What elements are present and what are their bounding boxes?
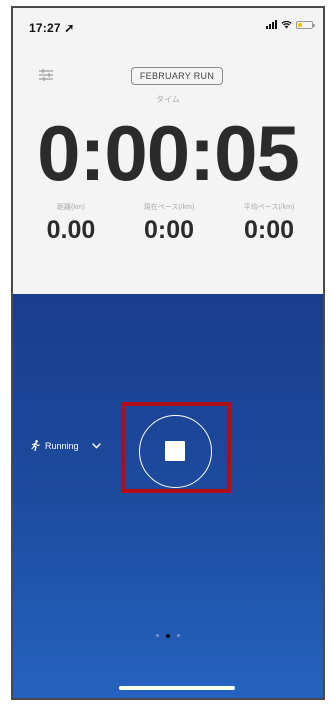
metric-average-pace: 平均ペース(/km) 0:00 [219, 203, 319, 245]
status-bar: 17:27 ➚ [13, 8, 323, 44]
activity-label: Running [45, 440, 79, 451]
battery-icon [296, 20, 315, 29]
chevron-down-icon [91, 442, 101, 449]
metric-distance-value: 0.00 [46, 216, 96, 244]
stop-icon [165, 441, 185, 461]
run-title-button[interactable]: FEBRUARY RUN [131, 67, 223, 85]
home-indicator[interactable] [119, 686, 235, 690]
metric-current-pace-value: 0:00 [143, 216, 195, 244]
metric-distance-label: 距離(km) [57, 204, 85, 211]
signal-icon [266, 20, 277, 29]
page-dot [166, 633, 170, 638]
metric-distance: 距離(km) 0.00 [21, 203, 121, 245]
elapsed-time: 0:00:05 [37, 109, 300, 197]
running-person-icon [31, 440, 40, 451]
metric-average-pace-label: 平均ペース(/km) [243, 204, 295, 211]
timer-label: タイム [156, 95, 180, 104]
sliders-icon[interactable] [38, 68, 54, 82]
phone-screen: 17:27 ➚ FEBRUARY RUN タイム 0:00:05 距離(km) … [11, 6, 325, 700]
page-dot [156, 634, 159, 637]
stop-button[interactable] [139, 415, 212, 488]
battery-level-fill [298, 22, 302, 27]
metric-current-pace: 現在ペース(/km) 0:00 [119, 203, 219, 245]
status-icons [266, 20, 315, 29]
page-indicator [13, 633, 323, 638]
metric-average-pace-value: 0:00 [243, 216, 295, 244]
timer-panel: 17:27 ➚ FEBRUARY RUN タイム 0:00:05 距離(km) … [13, 8, 323, 294]
activity-selector[interactable]: Running [31, 440, 101, 451]
status-time: 17:27 ➚ [29, 21, 75, 35]
metric-current-pace-label: 現在ペース(/km) [143, 204, 195, 211]
controls-panel: Running [13, 294, 323, 698]
page-dot [177, 634, 180, 637]
metrics-row: 距離(km) 0.00 現在ペース(/km) 0:00 平均ペース(/km) 0… [13, 203, 323, 253]
wifi-icon [281, 20, 292, 29]
